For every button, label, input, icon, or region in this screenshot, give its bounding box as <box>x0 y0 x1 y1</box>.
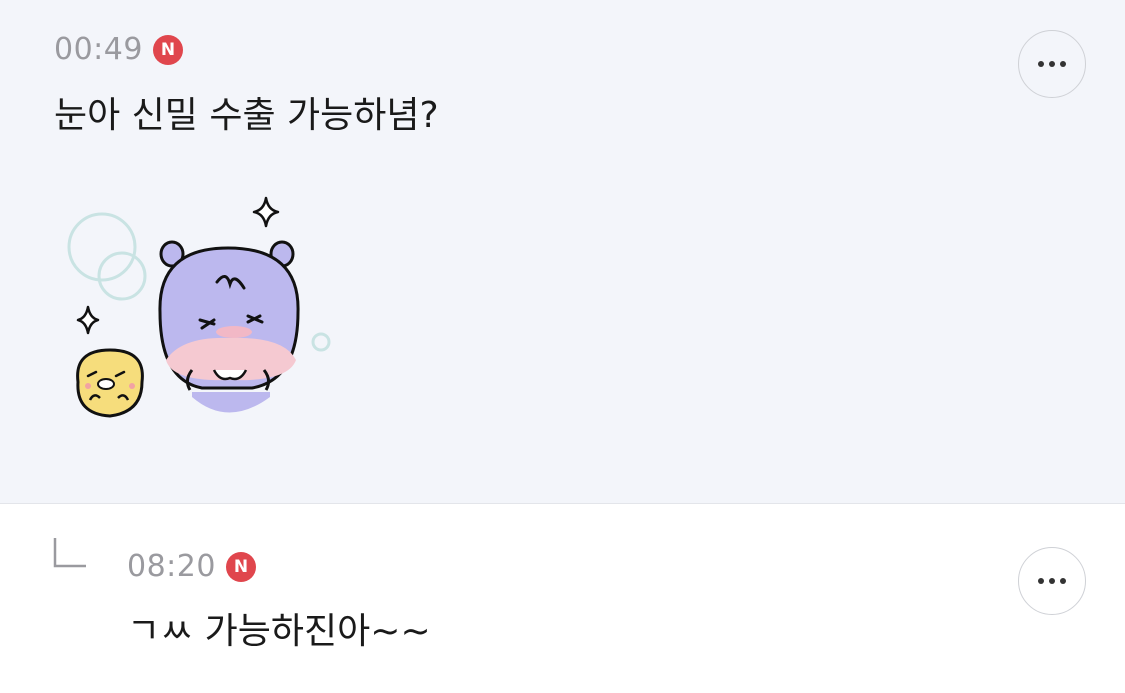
comment-text: 눈아 신밀 수출 가능하념? <box>54 95 439 136</box>
reply-item <box>0 504 1125 693</box>
new-badge: N <box>225 551 256 582</box>
new-badge: N <box>152 34 183 65</box>
reply-text: ㄱㅆ 가능하진아~~ <box>127 611 431 652</box>
reply-time: 08:20 <box>127 549 216 584</box>
ellipsis-icon <box>1038 61 1066 67</box>
ellipsis-icon <box>1038 578 1066 584</box>
comment-item: 00:49 N 눈아 신밀 수출 가능하념? <box>0 0 1125 504</box>
comment-time: 00:49 <box>54 32 143 67</box>
reply-arrow-icon <box>53 538 86 568</box>
reply-meta: 08:20 N <box>127 549 256 584</box>
reply-more-options-button[interactable] <box>1018 547 1086 615</box>
comment-meta: 00:49 N <box>54 32 183 67</box>
more-options-button[interactable] <box>1018 30 1086 98</box>
sticker-image[interactable] <box>62 192 342 432</box>
